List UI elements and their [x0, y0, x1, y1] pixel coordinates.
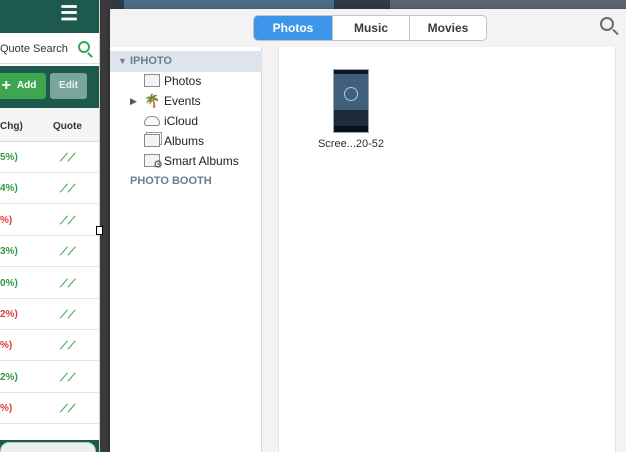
trend-chart-icon[interactable]: ⟋⟋: [60, 340, 75, 353]
background-app: ☰ Quote Search + Add Edit Chg) Quote 5%) ⟋…: [0, 0, 100, 452]
media-browser-popover: Photos Music Movies ▼ IPHOTO Photos ▶ 🌴 …: [110, 9, 626, 452]
trend-chart-icon[interactable]: ⟋⟋: [60, 246, 75, 259]
tab-music[interactable]: Music: [333, 16, 410, 40]
sidebar-section-photo-booth[interactable]: PHOTO BOOTH: [110, 171, 262, 192]
percent-change: %): [0, 214, 13, 226]
background-window-strip: [110, 0, 626, 9]
trend-chart-icon[interactable]: ⟋⟋: [60, 309, 75, 322]
percent-change: 3%): [0, 246, 18, 258]
quote-row[interactable]: 3%) ⟋⟋: [0, 236, 99, 268]
sidebar-item-label: Albums: [164, 134, 205, 148]
sidebar-item-label: Events: [164, 94, 201, 108]
disclosure-closed-icon[interactable]: ▶: [130, 91, 137, 111]
column-header-change: Chg): [0, 121, 23, 132]
quote-row[interactable]: 4%) ⟋⟋: [0, 173, 99, 205]
edit-button[interactable]: Edit: [50, 73, 87, 99]
sidebar-item-events[interactable]: ▶ 🌴 Events: [110, 91, 262, 111]
sidebar-section-photo-booth-label: PHOTO BOOTH: [130, 175, 212, 187]
quote-row[interactable]: %) ⟋⟋: [0, 205, 99, 236]
tab-photos[interactable]: Photos: [254, 16, 333, 40]
plus-icon: +: [1, 77, 11, 94]
trend-chart-icon[interactable]: ⟋⟋: [60, 372, 75, 385]
sidebar-item-label: Smart Albums: [164, 154, 239, 168]
quote-row[interactable]: 0%) ⟋⟋: [0, 268, 99, 299]
search-icon[interactable]: [78, 41, 90, 53]
table-header: Chg) Quote: [0, 108, 99, 142]
app-header: ☰: [0, 0, 99, 33]
sidebar-item-icloud[interactable]: iCloud: [110, 111, 262, 131]
percent-change: %): [0, 340, 13, 352]
percent-change: 2%): [0, 309, 18, 320]
sidebar-section-iphoto[interactable]: ▼ IPHOTO: [110, 51, 262, 72]
sidebar-item-albums[interactable]: Albums: [110, 131, 262, 151]
trend-chart-icon[interactable]: ⟋⟋: [60, 183, 75, 196]
trend-chart-icon[interactable]: ⟋⟋: [60, 215, 75, 228]
magnifier-icon[interactable]: [600, 17, 614, 31]
quote-row[interactable]: %) ⟋⟋: [0, 393, 99, 425]
media-type-tabs: Photos Music Movies: [253, 15, 487, 41]
quote-row[interactable]: 5%) ⟋⟋: [0, 142, 99, 173]
albums-icon: [144, 134, 160, 147]
clock-icon: [344, 87, 358, 101]
media-thumbnail[interactable]: [333, 69, 369, 133]
trend-chart-icon[interactable]: ⟋⟋: [60, 403, 75, 416]
sidebar-item-photos[interactable]: Photos: [110, 71, 262, 91]
trend-chart-icon[interactable]: ⟋⟋: [60, 152, 75, 165]
gear-icon: ⚙: [153, 159, 163, 171]
sidebar-item-label: Photos: [164, 74, 202, 88]
percent-change: 4%): [0, 183, 18, 195]
sidebar-item-smart-albums[interactable]: ⚙ Smart Albums: [110, 151, 262, 171]
app-toolbar: + Add Edit: [0, 66, 99, 108]
media-content-grid: Scree...20-52: [278, 47, 616, 452]
add-button[interactable]: + Add: [0, 73, 46, 99]
app-footer: [0, 440, 99, 452]
disclosure-open-icon[interactable]: ▼: [118, 51, 127, 72]
photos-icon: [144, 74, 160, 87]
trend-chart-icon[interactable]: ⟋⟋: [60, 278, 75, 291]
sidebar-item-label: iCloud: [164, 114, 199, 128]
percent-change: %): [0, 403, 13, 415]
percent-change: 5%): [0, 152, 18, 163]
footer-button[interactable]: [0, 442, 96, 452]
percent-change: 0%): [0, 277, 18, 289]
percent-change: 2%): [0, 371, 18, 383]
quote-row[interactable]: %) ⟋⟋: [0, 330, 99, 362]
smart-albums-icon: ⚙: [144, 154, 163, 171]
media-sidebar: ▼ IPHOTO Photos ▶ 🌴 Events iCloud Albums…: [110, 47, 262, 452]
quote-search-label: Quote Search: [0, 43, 68, 55]
quote-row[interactable]: 2%) ⟋⟋: [0, 362, 99, 393]
menu-logo-icon[interactable]: ☰: [60, 3, 78, 25]
column-header-quote: Quote: [53, 121, 82, 132]
tab-movies[interactable]: Movies: [410, 16, 486, 40]
events-icon: 🌴: [144, 93, 161, 108]
add-button-label: Add: [16, 80, 37, 91]
icloud-icon: [144, 116, 160, 126]
sidebar-section-iphoto-label: IPHOTO: [130, 55, 172, 67]
quote-search-bar[interactable]: Quote Search: [0, 34, 99, 64]
mouse-cursor: [96, 226, 103, 235]
quote-row[interactable]: 2%) ⟋⟋: [0, 299, 99, 330]
media-thumbnail-caption: Scree...20-52: [317, 138, 385, 150]
